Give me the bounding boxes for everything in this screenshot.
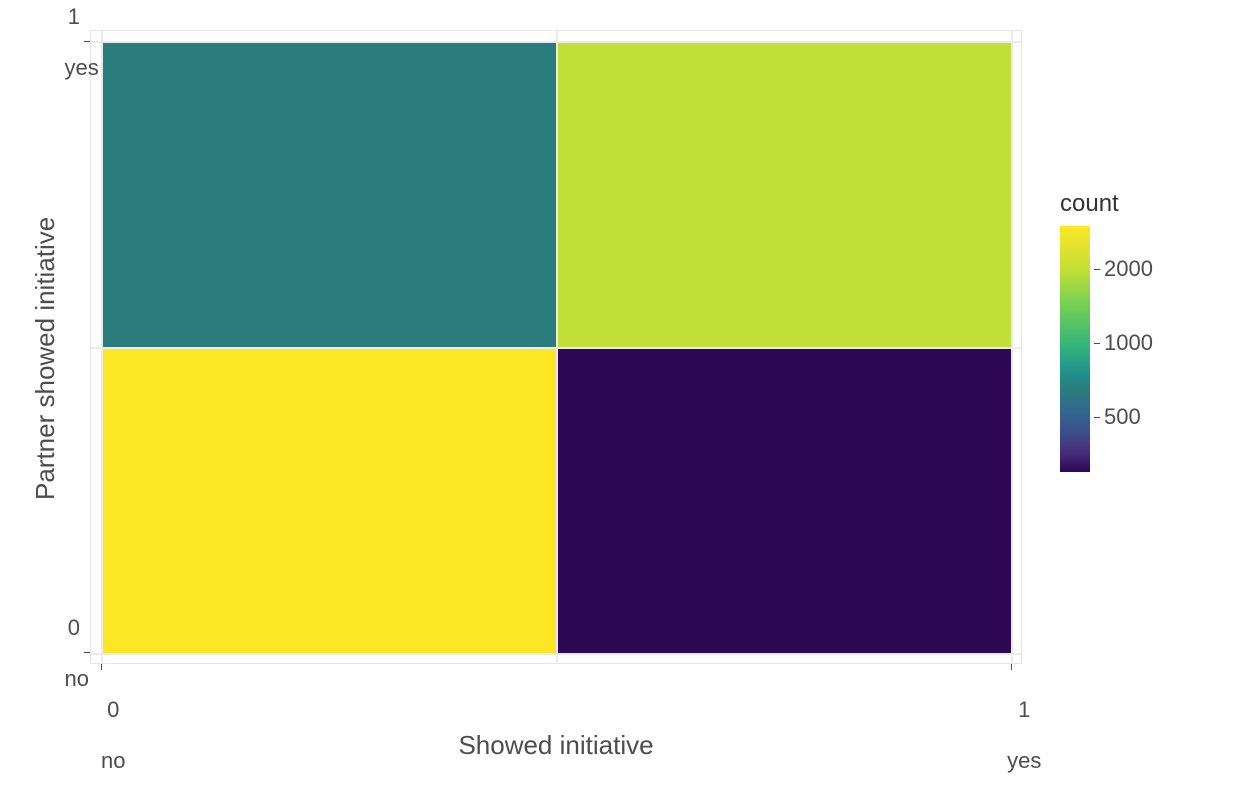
legend-colorbar-wrap: 2000 1000 500	[1060, 226, 1230, 472]
y-tick	[84, 41, 90, 42]
y-tick-label: 1 yes	[40, 0, 80, 105]
legend-colorbar	[1060, 226, 1090, 472]
legend-tick	[1094, 417, 1100, 418]
legend-title: count	[1060, 190, 1230, 218]
y-tick	[84, 652, 90, 653]
heatmap-chart: 0 no 1 yes Showed initiative 0 no 1 yes …	[0, 0, 1248, 768]
legend-tick	[1094, 343, 1100, 344]
heatmap-cell	[558, 349, 1011, 653]
x-tick	[101, 664, 102, 670]
y-tick-sub: no	[64, 666, 88, 691]
heatmap-cell	[103, 349, 556, 653]
legend-tick-label: 2000	[1104, 256, 1153, 282]
y-axis-title: Partner showed initiative	[30, 217, 61, 500]
x-axis-title: Showed initiative	[90, 730, 1022, 761]
y-tick-label: 0 no	[40, 590, 80, 716]
y-tick-main: 1	[68, 4, 80, 29]
legend: count 2000 1000 500	[1060, 190, 1230, 472]
legend-tick-label: 500	[1104, 404, 1141, 430]
x-tick	[1011, 664, 1012, 670]
heatmap-cell	[558, 43, 1011, 347]
y-tick-sub: yes	[64, 55, 98, 80]
x-tick-main: 0	[107, 697, 119, 722]
y-tick-main: 0	[68, 615, 80, 640]
legend-tick	[1094, 269, 1100, 270]
plot-panel	[90, 30, 1022, 664]
heatmap-cell	[103, 43, 556, 347]
legend-tick-label: 1000	[1104, 330, 1153, 356]
x-tick-main: 1	[1018, 697, 1030, 722]
